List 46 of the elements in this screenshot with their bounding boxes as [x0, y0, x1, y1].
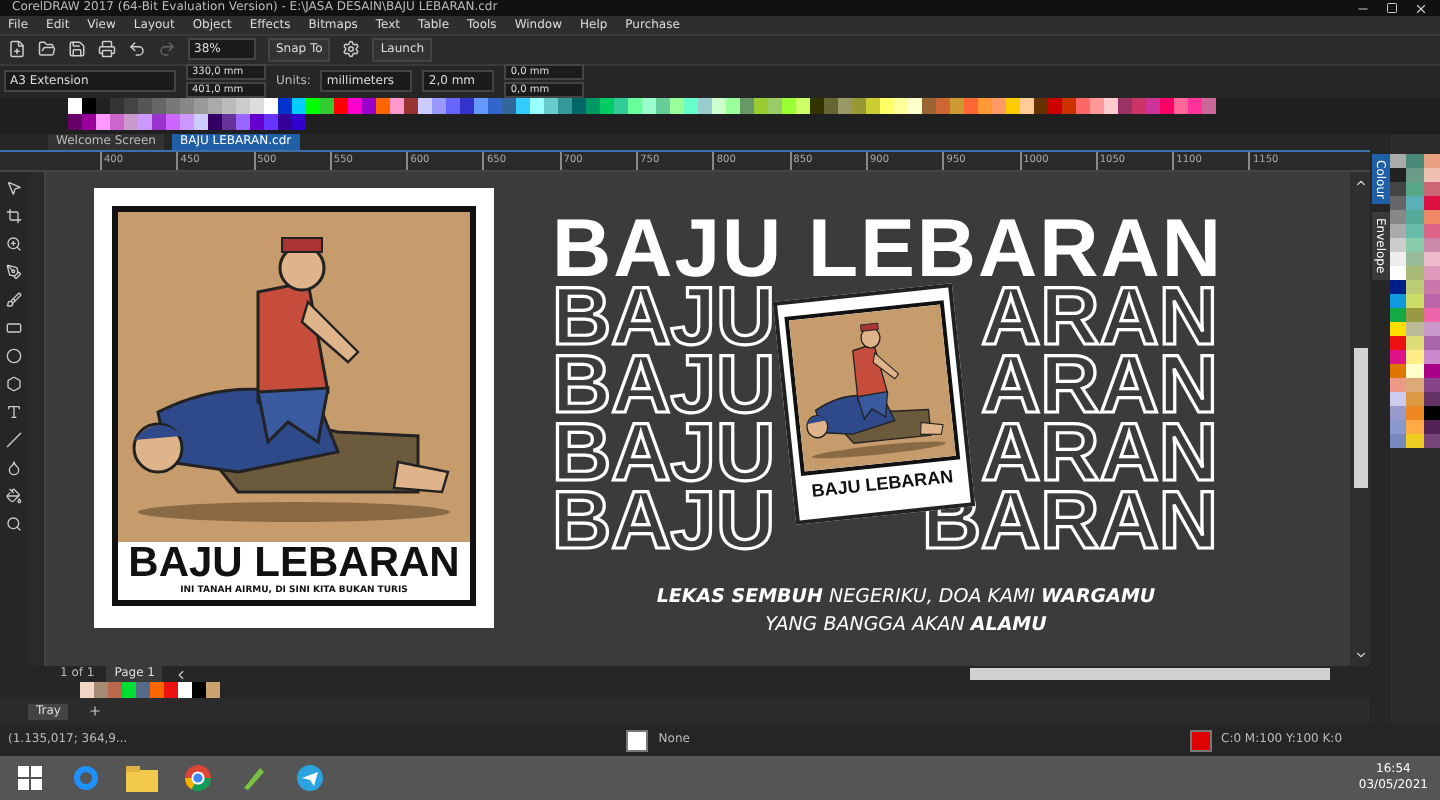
undo-icon[interactable] — [128, 40, 146, 59]
pen-icon[interactable] — [6, 263, 22, 280]
outlined-headline: BAJU — [552, 351, 776, 416]
outlined-headline: ARAN — [981, 419, 1218, 484]
document-palette[interactable] — [80, 682, 220, 699]
bucket-icon[interactable] — [6, 487, 22, 504]
polygon-icon[interactable] — [6, 375, 22, 392]
headline: BAJU LEBARAN — [552, 215, 1223, 280]
folder-icon[interactable] — [38, 40, 56, 59]
brush-icon[interactable] — [6, 291, 22, 308]
outlined-headline: BAJU — [552, 419, 776, 484]
horizontal-scrollbar[interactable] — [970, 668, 1330, 681]
new-file-icon[interactable] — [8, 40, 26, 59]
outlined-headline: BAJU — [552, 487, 776, 552]
poster-title: BAJU LEBARAN — [128, 541, 460, 586]
line-icon[interactable] — [6, 431, 22, 448]
close-icon[interactable] — [1414, 1, 1428, 15]
folder-icon[interactable] — [120, 760, 164, 797]
search-icon[interactable] — [6, 515, 22, 532]
dropper-icon[interactable] — [6, 459, 22, 476]
redo-icon[interactable] — [158, 40, 176, 59]
ellipse-icon[interactable] — [6, 347, 22, 364]
caption-line: LEKAS SEMBUH NEGERIKU, DOA KAMI WARGAMU — [656, 583, 1156, 612]
sticker-title: BAJU LEBARAN — [810, 465, 954, 501]
figures-drawing — [806, 322, 946, 458]
crop-icon[interactable] — [6, 207, 22, 224]
maximize-icon[interactable] — [1386, 1, 1398, 13]
color-palette[interactable] — [68, 97, 1216, 130]
outlined-headline: ARAN — [981, 351, 1218, 416]
caption-line: YANG BANGGA AKAN ALAMU — [765, 611, 1047, 640]
scroll-left-icon[interactable] — [174, 667, 189, 682]
save-icon[interactable] — [68, 40, 86, 59]
rectangle-icon[interactable] — [6, 319, 22, 336]
scroll-down-icon[interactable] — [1353, 648, 1367, 663]
outlined-headline: ARAN — [981, 283, 1218, 348]
add-icon[interactable] — [88, 704, 103, 719]
print-icon[interactable] — [98, 40, 116, 59]
text-icon[interactable] — [6, 403, 22, 420]
outlined-headline: BAJU — [552, 283, 776, 348]
fill-swatch — [626, 729, 649, 752]
pointer-icon[interactable] — [6, 179, 22, 196]
settings-icon[interactable] — [342, 40, 361, 59]
scroll-up-icon[interactable] — [1353, 175, 1367, 190]
vertical-scrollbar[interactable] — [1350, 171, 1370, 667]
outline-swatch — [1189, 729, 1211, 752]
zoom-icon[interactable] — [6, 235, 22, 252]
